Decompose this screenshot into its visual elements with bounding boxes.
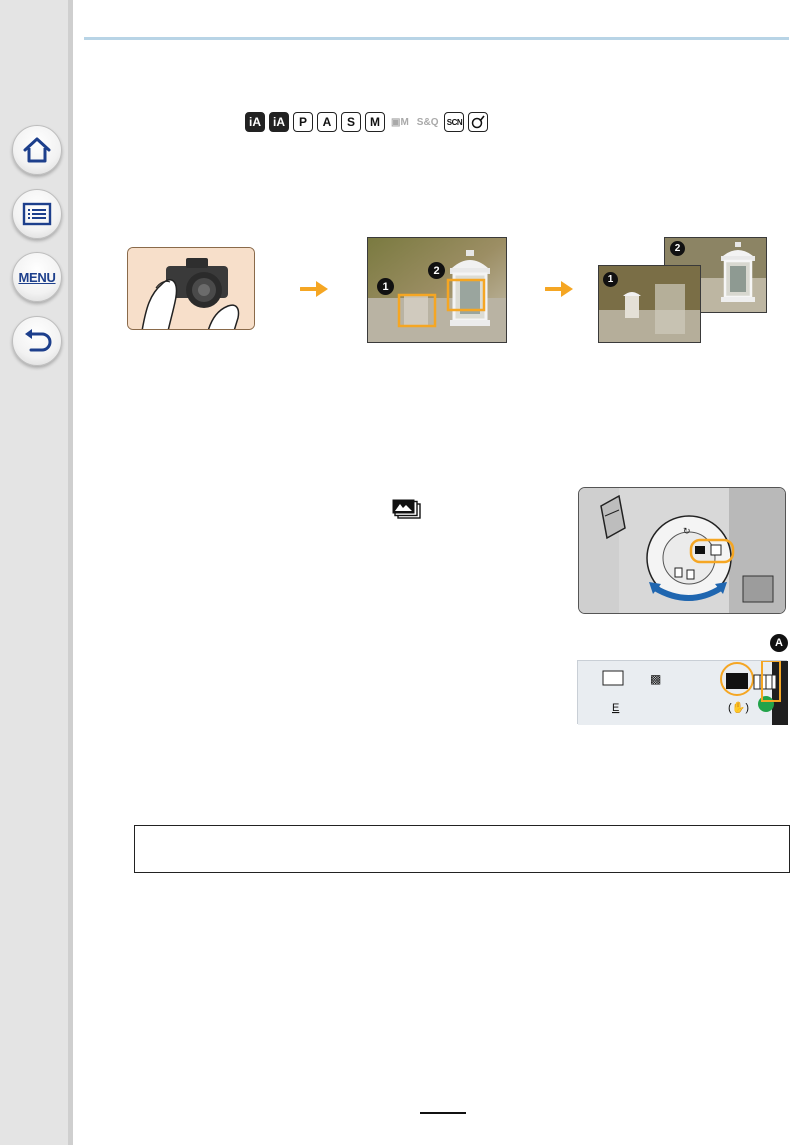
mode-creative-control-icon <box>468 112 489 132</box>
drive-dial-illustration: ↻ <box>578 487 786 614</box>
mode-a-icon: A <box>317 112 337 132</box>
mode-ia-plus-icon: iA <box>269 112 289 132</box>
list-icon <box>22 202 52 226</box>
result-photo-1: 1 <box>598 265 701 343</box>
mode-scn-icon: SCN <box>444 112 465 132</box>
focus-points-illustration: 1 2 <box>367 237 507 343</box>
return-icon <box>25 329 52 352</box>
rail-divider <box>68 0 73 1145</box>
recording-mode-icons: iA iA P A S M ▣M S&Q SCN <box>245 112 489 132</box>
mode-snq-icon: S&Q <box>416 116 439 128</box>
post-focus-icon <box>392 499 421 519</box>
mode-ia-icon: iA <box>245 112 265 132</box>
mode-creative-video-icon: ▣M <box>391 116 409 128</box>
svg-text:↻: ↻ <box>683 526 691 536</box>
home-icon <box>23 137 51 163</box>
menu-label: MENU <box>18 269 56 285</box>
arrow-right-icon <box>545 281 573 297</box>
camera-holding-illustration <box>127 247 255 330</box>
svg-text:▩: ▩ <box>650 672 661 686</box>
step-marker-2: 2 <box>428 262 445 279</box>
svg-text:E: E <box>612 702 619 714</box>
menu-button[interactable]: MENU <box>12 252 62 302</box>
home-button[interactable] <box>12 125 62 175</box>
contents-button[interactable] <box>12 189 62 239</box>
step-marker-1: 1 <box>603 272 618 287</box>
mode-m-icon: M <box>365 112 385 132</box>
step-marker-2: 2 <box>670 241 685 256</box>
callout-a-marker: A <box>770 634 788 652</box>
back-button[interactable] <box>12 316 62 366</box>
svg-text:(✋): (✋) <box>728 701 749 714</box>
step-marker-1: 1 <box>377 278 394 295</box>
note-box <box>134 825 790 873</box>
header-rule <box>84 37 789 40</box>
mode-p-icon: P <box>293 112 313 132</box>
arrow-right-icon <box>300 281 328 297</box>
monitor-display-illustration: ▩ E (✋) <box>577 660 788 725</box>
mode-s-icon: S <box>341 112 361 132</box>
page-number-underline <box>420 1112 466 1114</box>
